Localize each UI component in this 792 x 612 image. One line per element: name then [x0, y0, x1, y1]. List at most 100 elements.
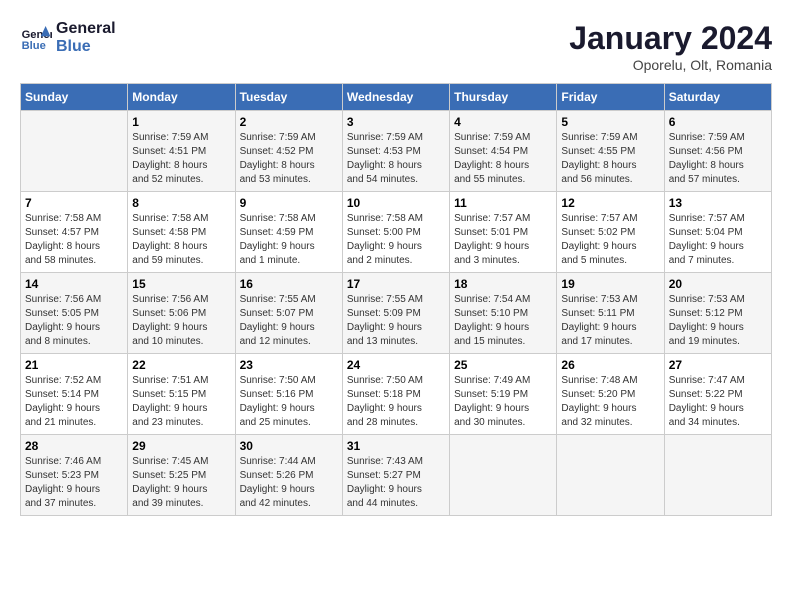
- calendar-cell: 6Sunrise: 7:59 AM Sunset: 4:56 PM Daylig…: [664, 111, 771, 192]
- weekday-header-row: SundayMondayTuesdayWednesdayThursdayFrid…: [21, 84, 772, 111]
- day-info: Sunrise: 7:45 AM Sunset: 5:25 PM Dayligh…: [132, 455, 230, 511]
- calendar-cell: 4 Sunrise: 7:59 AM Sunset: 4:54 PM Daylig…: [450, 111, 557, 192]
- day-info: Sunrise: 7:58 AM Sunset: 4:57 PM Dayligh…: [25, 212, 123, 268]
- weekday-header-wednesday: Wednesday: [342, 84, 449, 111]
- calendar-cell: 13Sunrise: 7:57 AM Sunset: 5:04 PM Dayli…: [664, 192, 771, 273]
- day-info: Sunrise: 7:44 AM Sunset: 5:26 PM Dayligh…: [240, 455, 338, 511]
- calendar-cell: 10 Sunrise: 7:58 AM Sunset: 5:00 PM Dayli…: [342, 192, 449, 273]
- day-info: Sunrise: 7:58 AM Sunset: 4:59 PM Dayligh…: [240, 212, 338, 268]
- day-number: 30: [240, 439, 338, 453]
- day-number: 15: [132, 277, 230, 291]
- day-number: 26: [561, 358, 659, 372]
- calendar-cell: 23 Sunrise: 7:50 AM Sunset: 5:16 PM Dayli…: [235, 354, 342, 435]
- calendar-cell: 22 Sunrise: 7:51 AM Sunset: 5:15 PM Dayli…: [128, 354, 235, 435]
- calendar-cell: 16 Sunrise: 7:55 AM Sunset: 5:07 PM Dayli…: [235, 273, 342, 354]
- calendar-cell: 25 Sunrise: 7:49 AM Sunset: 5:19 PM Dayli…: [450, 354, 557, 435]
- calendar-cell: 2Sunrise: 7:59 AM Sunset: 4:52 PM Daylig…: [235, 111, 342, 192]
- calendar-cell: [664, 435, 771, 516]
- day-number: 16: [240, 277, 338, 291]
- logo-line2: Blue: [56, 38, 116, 56]
- day-info: Sunrise: 7:53 AM Sunset: 5:11 PM Dayligh…: [561, 293, 659, 349]
- day-number: 29: [132, 439, 230, 453]
- calendar-week-row: 1 Sunrise: 7:59 AM Sunset: 4:51 PM Daylig…: [21, 111, 772, 192]
- calendar-cell: [557, 435, 664, 516]
- weekday-header-saturday: Saturday: [664, 84, 771, 111]
- day-number: 3: [347, 115, 445, 129]
- calendar-week-row: 28 Sunrise: 7:46 AM Sunset: 5:23 PM Dayli…: [21, 435, 772, 516]
- day-info: Sunrise: 7:58 AM Sunset: 4:58 PM Dayligh…: [132, 212, 230, 268]
- day-number: 21: [25, 358, 123, 372]
- day-info: Sunrise: 7:58 AM Sunset: 5:00 PM Dayligh…: [347, 212, 445, 268]
- day-info: Sunrise: 7:51 AM Sunset: 5:15 PM Dayligh…: [132, 374, 230, 430]
- day-info: Sunrise: 7:49 AM Sunset: 5:19 PM Dayligh…: [454, 374, 552, 430]
- calendar-cell: 27Sunrise: 7:47 AM Sunset: 5:22 PM Dayli…: [664, 354, 771, 435]
- day-info: Sunrise: 7:57 AM Sunset: 5:01 PM Dayligh…: [454, 212, 552, 268]
- calendar-cell: 15 Sunrise: 7:56 AM Sunset: 5:06 PM Dayli…: [128, 273, 235, 354]
- calendar-cell: 11 Sunrise: 7:57 AM Sunset: 5:01 PM Dayli…: [450, 192, 557, 273]
- calendar-cell: 30 Sunrise: 7:44 AM Sunset: 5:26 PM Dayli…: [235, 435, 342, 516]
- day-info: Sunrise: 7:55 AM Sunset: 5:09 PM Dayligh…: [347, 293, 445, 349]
- day-info: Sunrise: 7:43 AM Sunset: 5:27 PM Dayligh…: [347, 455, 445, 511]
- day-number: 22: [132, 358, 230, 372]
- svg-text:Blue: Blue: [22, 40, 46, 52]
- day-info: Sunrise: 7:46 AM Sunset: 5:23 PM Dayligh…: [25, 455, 123, 511]
- day-info: Sunrise: 7:53 AM Sunset: 5:12 PM Dayligh…: [669, 293, 767, 349]
- day-number: 9: [240, 196, 338, 210]
- day-number: 2: [240, 115, 338, 129]
- day-number: 7: [25, 196, 123, 210]
- day-number: 1: [132, 115, 230, 129]
- day-number: 23: [240, 358, 338, 372]
- day-number: 8: [132, 196, 230, 210]
- calendar-week-row: 14 Sunrise: 7:56 AM Sunset: 5:05 PM Dayli…: [21, 273, 772, 354]
- calendar-cell: 8 Sunrise: 7:58 AM Sunset: 4:58 PM Daylig…: [128, 192, 235, 273]
- calendar-cell: 28 Sunrise: 7:46 AM Sunset: 5:23 PM Dayli…: [21, 435, 128, 516]
- day-info: Sunrise: 7:52 AM Sunset: 5:14 PM Dayligh…: [25, 374, 123, 430]
- day-info: Sunrise: 7:56 AM Sunset: 5:06 PM Dayligh…: [132, 293, 230, 349]
- calendar-cell: 31Sunrise: 7:43 AM Sunset: 5:27 PM Dayli…: [342, 435, 449, 516]
- title-block: January 2024 Oporelu, Olt, Romania: [569, 20, 772, 73]
- calendar-cell: 18 Sunrise: 7:54 AM Sunset: 5:10 PM Dayli…: [450, 273, 557, 354]
- weekday-header-sunday: Sunday: [21, 84, 128, 111]
- calendar-cell: 3 Sunrise: 7:59 AM Sunset: 4:53 PM Daylig…: [342, 111, 449, 192]
- day-info: Sunrise: 7:57 AM Sunset: 5:04 PM Dayligh…: [669, 212, 767, 268]
- day-info: Sunrise: 7:59 AM Sunset: 4:51 PM Dayligh…: [132, 131, 230, 187]
- calendar-cell: 24 Sunrise: 7:50 AM Sunset: 5:18 PM Dayli…: [342, 354, 449, 435]
- day-number: 18: [454, 277, 552, 291]
- day-number: 14: [25, 277, 123, 291]
- day-number: 5: [561, 115, 659, 129]
- day-number: 19: [561, 277, 659, 291]
- calendar-cell: 14 Sunrise: 7:56 AM Sunset: 5:05 PM Dayli…: [21, 273, 128, 354]
- day-info: Sunrise: 7:47 AM Sunset: 5:22 PM Dayligh…: [669, 374, 767, 430]
- day-info: Sunrise: 7:59 AM Sunset: 4:53 PM Dayligh…: [347, 131, 445, 187]
- logo-icon: General Blue: [20, 22, 52, 54]
- day-number: 28: [25, 439, 123, 453]
- weekday-header-tuesday: Tuesday: [235, 84, 342, 111]
- logo-line1: General: [56, 20, 116, 38]
- logo: General Blue General Blue: [20, 20, 116, 55]
- calendar-cell: 20Sunrise: 7:53 AM Sunset: 5:12 PM Dayli…: [664, 273, 771, 354]
- calendar-cell: [21, 111, 128, 192]
- day-info: Sunrise: 7:55 AM Sunset: 5:07 PM Dayligh…: [240, 293, 338, 349]
- day-info: Sunrise: 7:59 AM Sunset: 4:54 PM Dayligh…: [454, 131, 552, 187]
- day-info: Sunrise: 7:48 AM Sunset: 5:20 PM Dayligh…: [561, 374, 659, 430]
- calendar-cell: 9 Sunrise: 7:58 AM Sunset: 4:59 PM Daylig…: [235, 192, 342, 273]
- calendar-cell: 29 Sunrise: 7:45 AM Sunset: 5:25 PM Dayli…: [128, 435, 235, 516]
- day-info: Sunrise: 7:50 AM Sunset: 5:18 PM Dayligh…: [347, 374, 445, 430]
- day-info: Sunrise: 7:56 AM Sunset: 5:05 PM Dayligh…: [25, 293, 123, 349]
- calendar-cell: 1 Sunrise: 7:59 AM Sunset: 4:51 PM Daylig…: [128, 111, 235, 192]
- calendar-cell: 12Sunrise: 7:57 AM Sunset: 5:02 PM Dayli…: [557, 192, 664, 273]
- day-number: 11: [454, 196, 552, 210]
- calendar-table: SundayMondayTuesdayWednesdayThursdayFrid…: [20, 83, 772, 516]
- day-info: Sunrise: 7:59 AM Sunset: 4:55 PM Dayligh…: [561, 131, 659, 187]
- day-number: 10: [347, 196, 445, 210]
- day-number: 24: [347, 358, 445, 372]
- weekday-header-monday: Monday: [128, 84, 235, 111]
- day-number: 25: [454, 358, 552, 372]
- weekday-header-friday: Friday: [557, 84, 664, 111]
- day-info: Sunrise: 7:54 AM Sunset: 5:10 PM Dayligh…: [454, 293, 552, 349]
- month-title: January 2024: [569, 20, 772, 57]
- day-number: 4: [454, 115, 552, 129]
- calendar-cell: 26 Sunrise: 7:48 AM Sunset: 5:20 PM Dayli…: [557, 354, 664, 435]
- day-number: 12: [561, 196, 659, 210]
- day-info: Sunrise: 7:50 AM Sunset: 5:16 PM Dayligh…: [240, 374, 338, 430]
